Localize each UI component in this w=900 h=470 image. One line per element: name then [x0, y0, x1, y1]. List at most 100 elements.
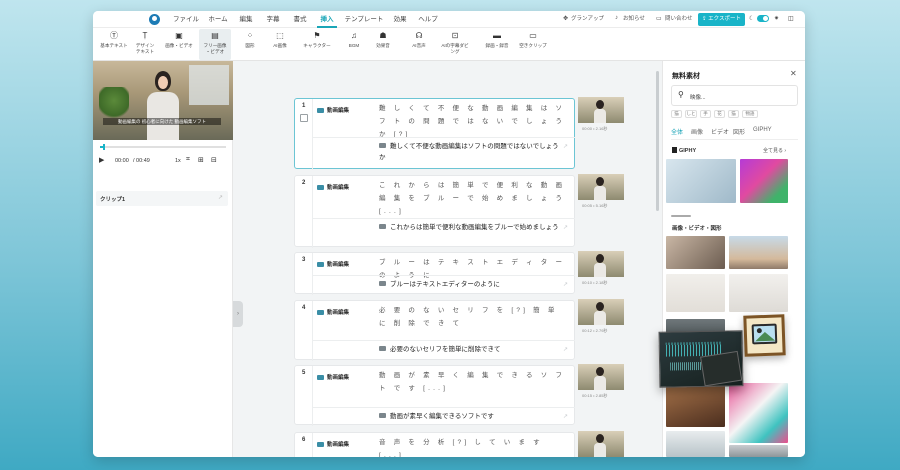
expand-icon[interactable]: ↗ — [563, 413, 568, 420]
playback-progress[interactable] — [100, 144, 226, 150]
keyword-chip[interactable]: 物語 — [742, 110, 758, 118]
scene-block[interactable]: 4 動画編集 必 要 の な い セ リ フ を [?] 簡 単 に 削 除 で き… — [294, 300, 575, 361]
keyword-chip[interactable]: 猫 — [671, 110, 682, 118]
tool-record[interactable]: ▬ 録画・録音 — [482, 29, 512, 60]
media-thumbnail[interactable] — [729, 445, 788, 457]
grid-icon[interactable]: ⊞ — [198, 156, 204, 164]
tool-ai-voice[interactable]: ☊ AI音声 — [407, 29, 431, 60]
scene-block[interactable]: 2 動画編集 こ れ か ら は 簡 単 で 便 利 な 動 画 編 集 を ブ ル… — [294, 175, 575, 248]
giphy-scroll-indicator[interactable] — [671, 215, 691, 217]
expand-icon[interactable]: ↗ — [563, 281, 568, 288]
tool-image-video[interactable]: ▣ 画像・ビデオ — [163, 29, 195, 60]
scene-title[interactable]: 動画編集 — [317, 440, 349, 448]
subtitle-text[interactable]: これからは簡単で便利な動画編集をブルーで始めましょう — [379, 222, 560, 233]
tool-blank-clip[interactable]: ▭ 空きクリップ — [516, 29, 550, 60]
asset-tab[interactable]: 画像 — [691, 127, 703, 136]
tool-basic-text[interactable]: Ⓣ 基本テキスト — [98, 29, 130, 60]
media-thumbnail[interactable] — [666, 274, 725, 312]
scene-title[interactable]: 動画編集 — [317, 260, 349, 268]
speed-button[interactable]: 1x — [175, 158, 181, 164]
scene-block[interactable]: 3動画編集ブ ル ー は テ キ ス ト エ デ ィ タ ー の よ う にブル… — [294, 252, 575, 295]
keyword-chip[interactable]: しと — [685, 110, 697, 118]
original-transcript[interactable]: 動 画 が 素 早 く 編 集 で き る ソ フ ト で す [...] — [379, 369, 570, 395]
tool-design-text[interactable]: Ṭ デザイン テキスト — [131, 29, 159, 60]
menu-effects[interactable]: 効果 — [390, 11, 410, 28]
media-thumbnail[interactable] — [666, 383, 725, 427]
original-transcript[interactable]: 難 し く て 不 便 な 動 画 編 集 は ソ フ ト の 問 題 で は … — [379, 102, 570, 141]
menu-home[interactable]: ホーム — [207, 11, 229, 28]
menu-file[interactable]: ファイル — [171, 11, 201, 28]
asset-tab[interactable]: 図形 — [733, 127, 745, 136]
tool-sound-effect[interactable]: ☗ 効果音 — [371, 29, 395, 60]
media-thumbnail[interactable] — [666, 431, 725, 457]
keyword-chip[interactable]: 猫 — [728, 110, 739, 118]
subtitle-text[interactable]: 難しくて不便な動画編集はソフトの問題ではないでしょうか — [379, 141, 560, 163]
asset-search-input[interactable]: ⚲ 映像... — [671, 85, 798, 106]
tool-free-image[interactable]: ▤ フリー画像 ・ビデオ — [199, 29, 231, 60]
media-thumbnail[interactable] — [729, 236, 788, 269]
subtitle-text[interactable]: ブルーはテキストエディターのように — [379, 279, 560, 290]
external-link-icon[interactable]: ↗ — [218, 194, 223, 201]
tool-shape[interactable]: ⁘ 図形 — [239, 29, 261, 60]
crop-icon[interactable]: ⌗ — [186, 156, 190, 164]
giphy-thumbnail[interactable] — [666, 159, 736, 203]
notice-link[interactable]: お知らせ — [623, 11, 645, 28]
menu-help[interactable]: ヘルプ — [417, 11, 439, 28]
menu-subtitle[interactable]: 字幕 — [263, 11, 283, 28]
script-scrollbar[interactable] — [656, 71, 659, 211]
scene-thumbnail[interactable] — [578, 97, 624, 123]
original-transcript[interactable]: 必 要 の な い セ リ フ を [?] 簡 単 に 削 除 で き て — [379, 304, 570, 330]
keyword-chip[interactable]: 手 — [700, 110, 711, 118]
scene-title[interactable]: 動画編集 — [317, 308, 349, 316]
scene-title[interactable]: 動画編集 — [317, 183, 349, 191]
see-all-link[interactable]: 全て見る › — [763, 147, 786, 154]
original-transcript[interactable]: 音 声 を 分 析 [?] し て い ま す [...] — [379, 436, 570, 457]
scene-title[interactable]: 動画編集 — [317, 106, 349, 114]
scene-block[interactable]: 6動画編集音 声 を 分 析 [?] し て い ま す [...]音声を分析し… — [294, 432, 575, 457]
progress-handle[interactable] — [102, 144, 105, 150]
close-icon[interactable]: ✕ — [790, 69, 797, 78]
menu-template[interactable]: テンプレート — [343, 11, 385, 28]
media-thumbnail[interactable] — [666, 236, 725, 269]
media-thumbnail[interactable] — [729, 274, 788, 312]
asset-tab[interactable]: 全体 — [671, 127, 683, 136]
asset-tab[interactable]: GIPHY — [753, 127, 772, 133]
tool-bgm[interactable]: ♫ BGM — [343, 29, 365, 60]
keyword-chip[interactable]: 花 — [714, 110, 725, 118]
menu-edit[interactable]: 編集 — [236, 11, 256, 28]
giphy-thumbnail[interactable] — [740, 159, 788, 203]
subtitle-text[interactable]: 必要のないセリフを簡単に削除できて — [379, 344, 560, 355]
clip-item[interactable]: クリップ1 ↗ — [96, 191, 228, 206]
upgrade-link[interactable]: グランアップ — [571, 11, 604, 28]
scene-block[interactable]: 1 動画編集 難 し く て 不 便 な 動 画 編 集 は ソ フ ト の 問 題… — [294, 98, 575, 170]
tool-character[interactable]: ⚑ キャラクター — [300, 29, 334, 60]
scene-checkbox[interactable] — [300, 114, 308, 122]
menu-format[interactable]: 書式 — [290, 11, 310, 28]
expand-icon[interactable]: ↗ — [563, 143, 568, 150]
scene-thumbnail[interactable] — [578, 299, 624, 325]
video-preview[interactable]: 動画編集の 初心者に向けた 動画編集ソフト — [93, 61, 233, 140]
scene-thumbnail[interactable] — [578, 364, 624, 390]
dragging-video-preview[interactable] — [658, 330, 744, 388]
settings-icon[interactable]: ◫ — [788, 15, 794, 22]
play-icon[interactable]: ▶ — [99, 156, 104, 164]
scene-thumbnail[interactable] — [578, 251, 624, 277]
expand-icon[interactable]: ↗ — [563, 346, 568, 353]
scene-title[interactable]: 動画編集 — [317, 373, 349, 381]
scene-thumbnail[interactable] — [578, 431, 624, 457]
subtitle-text[interactable]: 動画が素早く編集できるソフトです — [379, 411, 560, 422]
contact-link[interactable]: 問い合わせ — [665, 11, 693, 28]
expand-icon[interactable]: ↗ — [563, 224, 568, 231]
export-button[interactable]: ⇪ エクスポート — [698, 13, 745, 26]
scene-thumbnail[interactable] — [578, 174, 624, 200]
asset-tab[interactable]: ビデオ — [711, 127, 729, 136]
original-transcript[interactable]: こ れ か ら は 簡 単 で 便 利 な 動 画 編 集 を ブ ル ー で … — [379, 179, 570, 218]
theme-toggle[interactable] — [757, 15, 769, 22]
collapse-left-panel-button[interactable]: › — [233, 301, 243, 327]
image-placeholder-icon[interactable] — [743, 314, 786, 357]
fullscreen-icon[interactable]: ⊟ — [211, 156, 217, 164]
scene-block[interactable]: 5 動画編集 動 画 が 素 早 く 編 集 で き る ソ フ ト で す [..… — [294, 365, 575, 426]
media-thumbnail[interactable] — [729, 383, 788, 443]
tool-ai-dub[interactable]: ⊡ AIの字幕ダビ ング — [436, 29, 474, 60]
tool-ai-image[interactable]: ⬚ AI画像 — [268, 29, 292, 60]
